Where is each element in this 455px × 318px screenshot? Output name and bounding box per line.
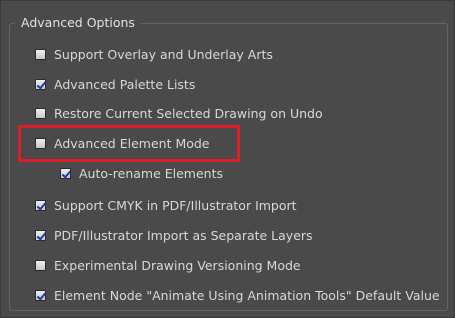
checkbox[interactable] bbox=[35, 107, 46, 119]
option-label: Element Node "Animate Using Animation To… bbox=[54, 287, 440, 303]
checkbox[interactable] bbox=[35, 289, 46, 301]
option-label: Support Overlay and Underlay Arts bbox=[54, 46, 273, 62]
checkbox[interactable] bbox=[35, 229, 46, 241]
option-label: Auto-rename Elements bbox=[79, 165, 224, 181]
option-pdf-separate-layers[interactable]: PDF/Illustrator Import as Separate Layer… bbox=[35, 226, 313, 244]
option-element-node-default[interactable]: Element Node "Animate Using Animation To… bbox=[35, 286, 440, 304]
checkbox[interactable] bbox=[35, 78, 46, 90]
option-label: Support CMYK in PDF/Illustrator Import bbox=[54, 197, 297, 213]
option-label: PDF/Illustrator Import as Separate Layer… bbox=[54, 227, 313, 243]
option-auto-rename-elements[interactable]: Auto-rename Elements bbox=[60, 164, 223, 182]
highlight-annotation-box bbox=[18, 125, 240, 162]
option-advanced-palette-lists[interactable]: Advanced Palette Lists bbox=[35, 75, 195, 93]
checkbox[interactable] bbox=[35, 199, 46, 211]
checkbox[interactable] bbox=[35, 259, 46, 271]
option-label: Restore Current Selected Drawing on Undo bbox=[54, 105, 323, 121]
option-label: Experimental Drawing Versioning Mode bbox=[54, 257, 301, 273]
option-experimental-versioning[interactable]: Experimental Drawing Versioning Mode bbox=[35, 256, 301, 274]
preferences-panel: Advanced Options Support Overlay and Und… bbox=[0, 0, 455, 318]
checkbox[interactable] bbox=[60, 167, 71, 179]
option-restore-selected-drawing[interactable]: Restore Current Selected Drawing on Undo bbox=[35, 104, 323, 122]
option-label: Advanced Palette Lists bbox=[54, 76, 196, 92]
checkbox[interactable] bbox=[35, 48, 46, 60]
option-support-overlay-underlay[interactable]: Support Overlay and Underlay Arts bbox=[35, 45, 273, 63]
option-support-cmyk[interactable]: Support CMYK in PDF/Illustrator Import bbox=[35, 196, 297, 214]
group-title: Advanced Options bbox=[15, 15, 141, 31]
